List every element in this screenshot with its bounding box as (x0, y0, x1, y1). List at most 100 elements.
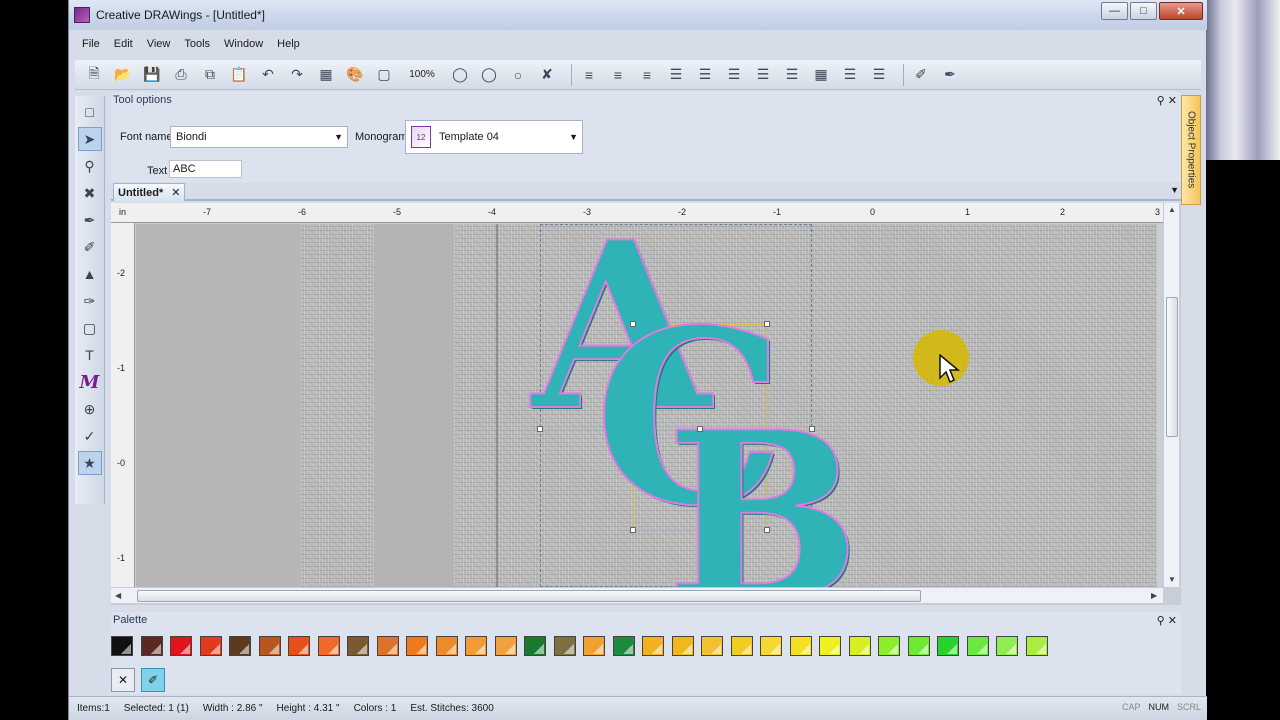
menu-help[interactable]: Help (270, 38, 307, 50)
distribute-h-icon[interactable]: ☰ (752, 64, 774, 86)
copy-icon[interactable]: ⧉ (199, 64, 221, 86)
design-canvas[interactable]: in -7 -6 -5 -4 -3 -2 -1 0 1 2 3 -2 -1 -0… (111, 203, 1181, 605)
align-right-icon[interactable]: ≡ (636, 64, 658, 86)
text-tool-icon[interactable]: T (78, 343, 102, 367)
color-swatch[interactable] (258, 636, 281, 656)
color-swatch[interactable] (288, 636, 310, 656)
node-tool-icon[interactable]: ▲ (78, 262, 102, 286)
minimize-button[interactable]: — (1101, 2, 1128, 20)
scroll-left-icon[interactable]: ◀ (115, 591, 121, 600)
color-swatch[interactable] (760, 636, 782, 656)
shape-tool-icon[interactable]: ✒ (939, 64, 961, 86)
color-swatch[interactable] (671, 636, 694, 656)
no-color-icon[interactable]: ✕ (111, 668, 135, 692)
monogram-dropdown[interactable]: 1​2 Template 04 ▼ (405, 120, 583, 154)
color-swatch[interactable] (612, 636, 635, 656)
color-swatch[interactable] (465, 636, 487, 656)
needle-icon[interactable]: ✓ (78, 424, 102, 448)
zoom-tool-icon[interactable]: ⚲ (78, 154, 102, 178)
color-swatch[interactable] (494, 636, 517, 656)
horizontal-scrollbar[interactable]: ◀ ▶ (111, 587, 1163, 603)
color-swatch[interactable] (435, 636, 458, 656)
print-icon[interactable]: ⎙ (170, 64, 192, 86)
panel-pin-close[interactable]: ⚲ ✕ (1157, 94, 1177, 107)
space-h-icon[interactable]: ☰ (839, 64, 861, 86)
zoom-in-icon[interactable]: ◯ (449, 64, 471, 86)
color-swatch[interactable] (553, 636, 576, 656)
align-bottom-icon[interactable]: ☰ (723, 64, 745, 86)
text-input[interactable]: ABC (169, 160, 242, 178)
scroll-thumb[interactable] (137, 590, 921, 602)
resize-handle[interactable] (537, 426, 543, 432)
scroll-down-icon[interactable]: ▼ (1168, 575, 1176, 584)
color-swatch[interactable] (140, 636, 163, 656)
open-file-icon[interactable]: 📂 (112, 64, 134, 86)
scroll-up-icon[interactable]: ▲ (1168, 205, 1176, 214)
zoom-level[interactable]: 100% (402, 64, 442, 86)
zoom-fit-icon[interactable]: ○ (507, 64, 529, 86)
color-swatch[interactable] (583, 636, 605, 656)
close-icon[interactable]: ✕ (171, 186, 180, 199)
scroll-right-icon[interactable]: ▶ (1151, 591, 1157, 600)
menu-tools[interactable]: Tools (177, 38, 217, 50)
color-swatch[interactable] (907, 636, 930, 656)
color-swatch[interactable] (966, 636, 989, 656)
resize-handle[interactable] (630, 321, 636, 327)
panel-pin-close[interactable]: ⚲ ✕ (1157, 614, 1177, 627)
color-swatch[interactable] (642, 636, 664, 656)
group-icon[interactable]: ▦ (810, 64, 832, 86)
zoom-out-icon[interactable]: ◯ (478, 64, 500, 86)
grid-icon[interactable]: ▦ (315, 64, 337, 86)
color-swatch[interactable] (170, 636, 192, 656)
tab-untitled[interactable]: Untitled* ✕ (113, 183, 186, 201)
maximize-button[interactable]: □ (1130, 2, 1157, 20)
redo-icon[interactable]: ↷ (286, 64, 308, 86)
align-middle-icon[interactable]: ☰ (694, 64, 716, 86)
space-v-icon[interactable]: ☰ (868, 64, 890, 86)
monogram-letter-b[interactable]: B (665, 401, 861, 587)
color-swatch[interactable] (376, 636, 399, 656)
color-swatch[interactable] (406, 636, 428, 656)
menu-file[interactable]: File (75, 38, 107, 50)
save-icon[interactable]: 💾 (141, 64, 163, 86)
color-swatch[interactable] (730, 636, 753, 656)
select-arrow-icon[interactable]: ➤ (77, 127, 102, 151)
menu-edit[interactable]: Edit (107, 38, 140, 50)
monogram-tool-icon[interactable]: M (78, 370, 102, 394)
undo-icon[interactable]: ↶ (257, 64, 279, 86)
menu-window[interactable]: Window (217, 38, 270, 50)
color-swatch[interactable] (701, 636, 723, 656)
brush-icon[interactable]: ✐ (78, 235, 102, 259)
color-swatch[interactable] (996, 636, 1018, 656)
light-icon[interactable]: ★ (77, 451, 102, 475)
resize-handle[interactable] (630, 527, 636, 533)
color-swatch[interactable] (1025, 636, 1048, 656)
resize-handle[interactable] (809, 426, 815, 432)
font-name-dropdown[interactable]: Biondi ▼ (170, 126, 348, 148)
new-file-icon[interactable]: 🗎 (83, 64, 105, 86)
paste-icon[interactable]: 📋 (228, 64, 250, 86)
align-top-icon[interactable]: ☰ (665, 64, 687, 86)
resize-handle[interactable] (764, 321, 770, 327)
color-swatch[interactable] (229, 636, 251, 656)
color-swatch[interactable] (789, 636, 812, 656)
vertical-scrollbar[interactable]: ▲ ▼ (1163, 203, 1179, 587)
crosshair-icon[interactable]: ⊕ (78, 397, 102, 421)
fabric-background[interactable]: A C B (136, 224, 1157, 587)
color-swatch[interactable] (937, 636, 959, 656)
stitch-icon[interactable]: ✘ (536, 64, 558, 86)
color-palette-icon[interactable]: 🎨 (344, 64, 366, 86)
color-swatch[interactable] (199, 636, 222, 656)
color-swatch[interactable] (347, 636, 369, 656)
resize-handle[interactable] (697, 426, 703, 432)
close-button[interactable]: ✕ (1159, 2, 1203, 20)
color-swatch[interactable] (317, 636, 340, 656)
align-center-icon[interactable]: ≡ (607, 64, 629, 86)
align-left-icon[interactable]: ≡ (578, 64, 600, 86)
hoop-icon[interactable]: ▢ (373, 64, 395, 86)
color-swatch[interactable] (848, 636, 871, 656)
rectangle-icon[interactable]: ▢ (78, 316, 102, 340)
color-swatch[interactable] (819, 636, 841, 656)
scroll-thumb[interactable] (1166, 297, 1178, 437)
color-picker-icon[interactable]: ✐ (141, 668, 165, 692)
